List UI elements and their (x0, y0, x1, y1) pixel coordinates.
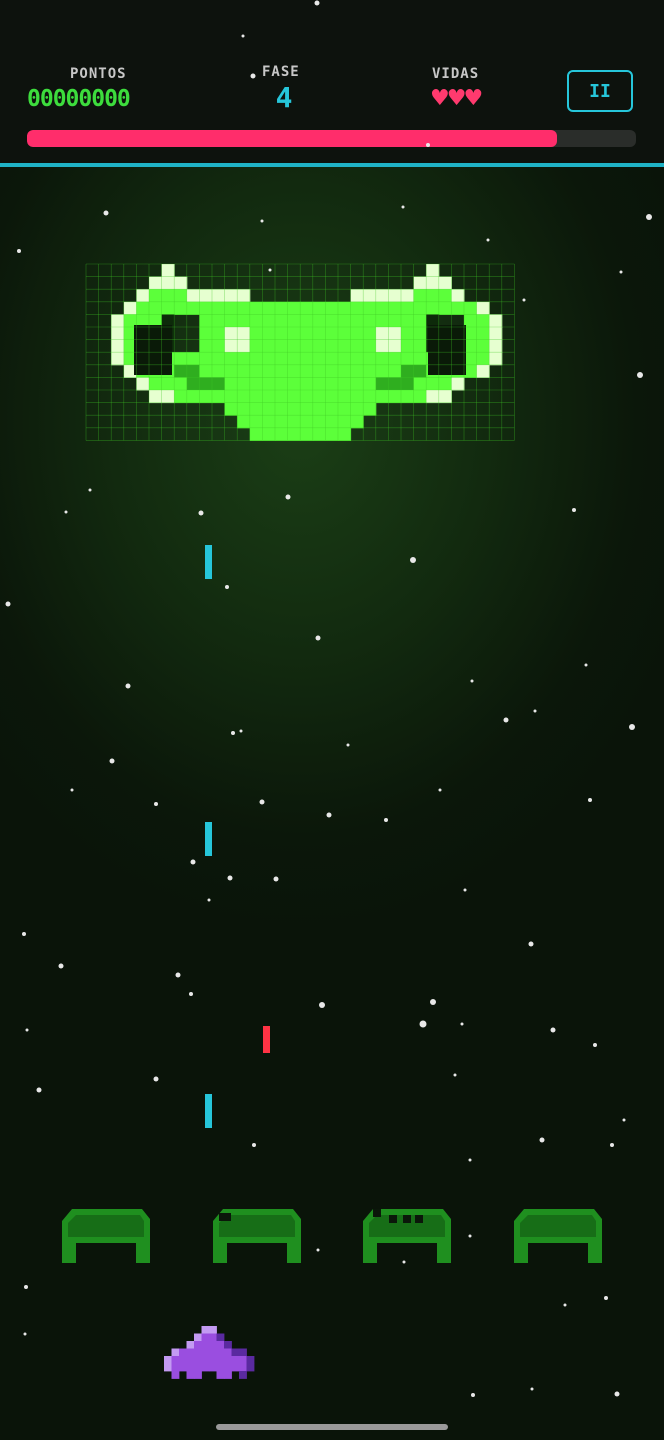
home-indicator[interactable] (216, 1424, 448, 1430)
bunker-shield (514, 1209, 602, 1263)
bunkers (62, 1209, 602, 1263)
bunker-shield (62, 1209, 150, 1263)
lasers (205, 545, 270, 1128)
alien-boss-sprite (85, 263, 515, 441)
player-ship-sprite[interactable] (164, 1326, 255, 1379)
player-laser (205, 545, 212, 579)
enemy-laser (263, 1026, 270, 1053)
bunker-shield (363, 1209, 451, 1263)
game-field[interactable] (0, 0, 664, 1440)
player-laser (205, 822, 212, 856)
player-laser (205, 1094, 212, 1128)
bunker-shield (213, 1209, 301, 1263)
